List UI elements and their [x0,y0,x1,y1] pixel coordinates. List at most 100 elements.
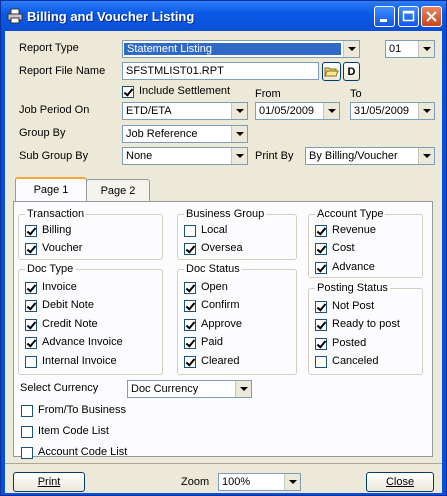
footer-separator [5,463,442,464]
cleared-label: Cleared [201,355,240,367]
cost-label: Cost [332,242,355,254]
job-period-value: ETD/ETA [126,105,172,117]
billing-checkbox[interactable] [25,225,37,237]
job-period-select[interactable]: ETD/ETA [122,102,248,120]
confirm-label: Confirm [201,299,240,311]
zoom-select[interactable]: 100% [218,473,301,491]
report-number-select[interactable]: 01 [385,40,435,58]
include-settlement-checkbox[interactable] [122,86,134,98]
folder-open-icon [324,67,339,77]
approve-checkbox[interactable] [184,319,196,331]
canceled-checkbox[interactable] [315,356,327,368]
credit-note-label: Credit Note [42,318,98,330]
business-group-title: Business Group [184,208,267,220]
credit-note-checkbox[interactable] [25,319,37,331]
chevron-down-icon[interactable] [323,103,339,119]
internal-invoice-checkbox[interactable] [25,356,37,368]
cleared-checkbox[interactable] [184,356,196,368]
internal-invoice-label: Internal Invoice [42,355,117,367]
close-button-label: Close [385,476,415,488]
account-code-list-label: Account Code List [38,446,128,458]
report-file-input[interactable]: SFSTMLIST01.RPT [122,62,319,80]
revenue-checkbox[interactable] [315,225,327,237]
to-label: To [350,88,362,100]
maximize-icon [402,10,415,22]
not-post-checkbox[interactable] [315,301,327,313]
item-code-list-checkbox[interactable] [21,426,33,438]
chevron-down-icon[interactable] [231,148,247,164]
close-window-button[interactable] [421,6,442,27]
advance-label: Advance [332,261,375,273]
posting-status-group-title: Posting Status [315,282,390,294]
paid-label: Paid [201,336,224,348]
item-code-list-label: Item Code List [38,425,109,437]
transaction-group: Transaction Billing Voucher [18,208,163,260]
local-label: Local [201,224,228,236]
chevron-down-icon[interactable] [235,381,251,397]
report-type-select[interactable]: Statement Listing [122,40,360,58]
approve-label: Approve [201,318,242,330]
chevron-down-icon[interactable] [418,103,434,119]
transaction-group-title: Transaction [25,208,87,220]
group-by-select[interactable]: Job Reference [122,125,248,143]
currency-select[interactable]: Doc Currency [127,380,252,398]
voucher-checkbox[interactable] [25,243,37,255]
invoice-checkbox[interactable] [25,282,37,294]
chevron-down-icon[interactable] [343,41,359,57]
invoice-label: Invoice [42,281,77,293]
ready-to-post-label: Ready to post [332,318,400,330]
from-date-value: 01/05/2009 [259,105,315,117]
chevron-down-icon[interactable] [418,148,434,164]
advance-invoice-checkbox[interactable] [25,337,37,349]
posted-checkbox[interactable] [315,338,327,350]
sub-group-select[interactable]: None [122,147,248,165]
local-checkbox[interactable] [184,225,196,237]
advance-invoice-label: Advance Invoice [42,336,123,348]
confirm-checkbox[interactable] [184,300,196,312]
chevron-down-icon[interactable] [231,103,247,119]
currency-value: Doc Currency [131,383,199,395]
sub-group-label: Sub Group By [19,150,89,162]
chevron-down-icon[interactable] [418,41,434,57]
oversea-label: Oversea [201,242,243,254]
doc-type-group: Doc Type Invoice Debit Note Credit Note … [18,263,163,375]
account-type-group-title: Account Type [315,208,386,220]
from-to-business-checkbox[interactable] [21,405,33,417]
print-by-select[interactable]: By Billing/Voucher [305,147,435,165]
oversea-checkbox[interactable] [184,243,196,255]
from-label: From [255,88,281,100]
paid-checkbox[interactable] [184,337,196,349]
chevron-down-icon[interactable] [284,474,300,490]
cost-checkbox[interactable] [315,243,327,255]
to-date-picker[interactable]: 31/05/2009 [350,102,435,120]
ready-to-post-checkbox[interactable] [315,319,327,331]
print-button[interactable]: Print [13,472,85,492]
zoom-value: 100% [222,476,251,488]
group-by-value: Job Reference [126,128,198,140]
form-area: Report Type Statement Listing 01 Report … [5,31,442,493]
account-type-group: Account Type Revenue Cost Advance [308,208,423,278]
printer-icon [7,8,23,24]
print-button-label: Print [37,476,61,488]
debit-note-label: Debit Note [42,299,94,311]
account-code-list-checkbox[interactable] [21,447,33,459]
tab-page-2[interactable]: Page 2 [86,179,150,201]
minimize-button[interactable] [374,6,395,27]
from-date-picker[interactable]: 01/05/2009 [255,102,340,120]
minimize-icon [380,19,387,22]
close-button[interactable]: Close [366,472,434,492]
maximize-button[interactable] [398,6,419,27]
debit-note-checkbox[interactable] [25,300,37,312]
advance-checkbox[interactable] [315,262,327,274]
posted-label: Posted [332,337,367,349]
browse-folder-button[interactable] [322,62,341,81]
open-label: Open [201,281,228,293]
print-by-label: Print By [255,150,294,162]
tab-panel-page-1: Transaction Billing Voucher Business Gro… [13,201,433,459]
chevron-down-icon[interactable] [231,126,247,142]
title-bar[interactable]: Billing and Voucher Listing [1,1,446,31]
d-button[interactable]: D [343,62,360,81]
open-checkbox[interactable] [184,282,196,294]
report-file-value: SFSTMLIST01.RPT [126,65,224,77]
tab-page-1[interactable]: Page 1 [15,177,87,202]
